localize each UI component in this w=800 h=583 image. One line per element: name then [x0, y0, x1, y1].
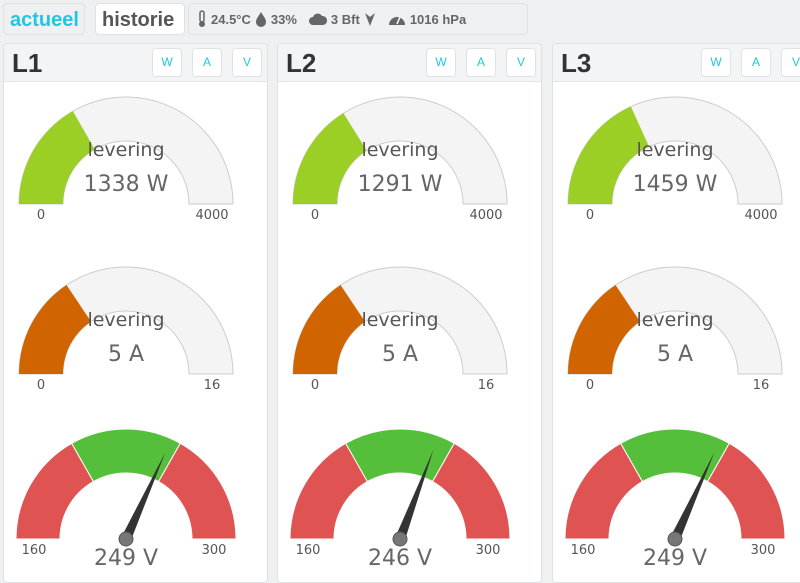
- ampere-button[interactable]: A: [192, 48, 222, 77]
- voltage-gauge: 249 V 160 300: [15, 428, 237, 571]
- current-gauge: levering 5 A 0 16: [18, 266, 234, 393]
- weather-bar: 24.5°C 33% 3 Bft 1016 hPa: [188, 3, 528, 35]
- temperature: 24.5°C: [211, 11, 251, 27]
- power-gauge: levering 1459 W 0 4000: [567, 96, 783, 223]
- gauges: levering 1459 W 0 4000 levering 5 A 0 16 249 V 16…: [564, 96, 786, 571]
- watt-button[interactable]: W: [152, 48, 182, 77]
- gauge-value: 1291 W: [358, 172, 443, 197]
- gauge-max: 16: [478, 378, 495, 393]
- gauge-label: levering: [636, 309, 713, 331]
- watt-button[interactable]: W: [426, 48, 456, 77]
- needle-pivot: [667, 531, 683, 547]
- voltage-gauge: 246 V 160 300: [289, 428, 511, 571]
- gauges: levering 1291 W 0 4000 levering 5 A 0 16 246 V 16…: [289, 96, 511, 571]
- phase-panel-l2: L2 W A Vlevering 1291 W 0 4000 levering 5 A01…: [277, 43, 542, 583]
- gauge-max: 300: [751, 543, 776, 558]
- tab-actueel[interactable]: actueel: [3, 3, 85, 35]
- current-gauge: levering 5 A 0 16: [567, 266, 783, 393]
- ampere-button[interactable]: A: [466, 48, 496, 77]
- gauge-max: 300: [476, 543, 501, 558]
- power-gauge: levering 1291 W 0 4000: [292, 96, 508, 223]
- volt-button[interactable]: V: [506, 48, 536, 77]
- gauge-min: 0: [311, 378, 319, 393]
- phase-panel-l1: L1 W A Vlevering 1338 W 0 4000 levering 5 A01…: [3, 43, 268, 583]
- gauge-min: 160: [571, 543, 596, 558]
- gauge-max: 16: [204, 378, 221, 393]
- gauge-label: levering: [87, 139, 164, 161]
- pressure: 1016 hPa: [409, 11, 467, 27]
- gauge-label: levering: [361, 139, 438, 161]
- humidity: 33%: [270, 11, 297, 27]
- gauge-value: 1459 W: [633, 172, 718, 197]
- phase-panel-l3: L3 W A Vlevering 1459 W 0 4000 levering 5 A01…: [552, 43, 800, 583]
- phase-name: L1: [12, 48, 43, 78]
- voltage-value: 249 V: [643, 546, 707, 571]
- phase-name: L2: [286, 48, 317, 78]
- gauge-value: 5 A: [382, 342, 418, 367]
- gauge-min: 0: [37, 378, 45, 393]
- gauge-min: 160: [296, 543, 321, 558]
- watt-button[interactable]: W: [701, 48, 731, 77]
- gauge-value: 1338 W: [84, 172, 169, 197]
- gauge-label: levering: [87, 309, 164, 331]
- voltage-value: 249 V: [94, 546, 158, 571]
- gauge-max: 16: [753, 378, 770, 393]
- panel-header: L1 W A V: [4, 44, 267, 82]
- gauge-min: 0: [586, 208, 594, 223]
- gauge-icon: [388, 16, 405, 25]
- wind-direction-arrow-icon: [364, 13, 375, 26]
- panel-header: L3 W A V: [553, 44, 800, 82]
- voltage-gauge: 249 V 160 300: [564, 428, 786, 571]
- humidity-drop-icon: [255, 12, 266, 27]
- gauge-value: 5 A: [108, 342, 144, 367]
- wind: 3 Bft: [330, 11, 360, 27]
- current-gauge: levering 5 A 0 16: [292, 266, 508, 393]
- needle-pivot: [118, 531, 134, 547]
- panel-header: L2 W A V: [278, 44, 541, 82]
- gauge-max: 4000: [195, 208, 228, 223]
- thermometer-icon: [199, 10, 205, 27]
- gauge-min: 160: [22, 543, 47, 558]
- power-gauge: levering 1338 W 0 4000: [18, 96, 234, 223]
- needle-pivot: [392, 531, 408, 547]
- phase-name: L3: [561, 48, 592, 78]
- gauge-label: levering: [361, 309, 438, 331]
- gauge-value: 5 A: [657, 342, 693, 367]
- volt-button[interactable]: V: [232, 48, 262, 77]
- ampere-button[interactable]: A: [741, 48, 771, 77]
- gauge-max: 300: [202, 543, 227, 558]
- tab-historie[interactable]: historie: [95, 3, 185, 35]
- volt-button[interactable]: V: [781, 48, 800, 77]
- voltage-value: 246 V: [368, 546, 432, 571]
- gauge-max: 4000: [469, 208, 502, 223]
- gauge-min: 0: [311, 208, 319, 223]
- gauges: levering 1338 W 0 4000 levering 5 A 0 16 249 V 16…: [15, 96, 237, 571]
- gauge-min: 0: [586, 378, 594, 393]
- gauge-max: 4000: [744, 208, 777, 223]
- gauge-min: 0: [37, 208, 45, 223]
- cloud-wind-icon: [308, 13, 327, 25]
- gauge-label: levering: [636, 139, 713, 161]
